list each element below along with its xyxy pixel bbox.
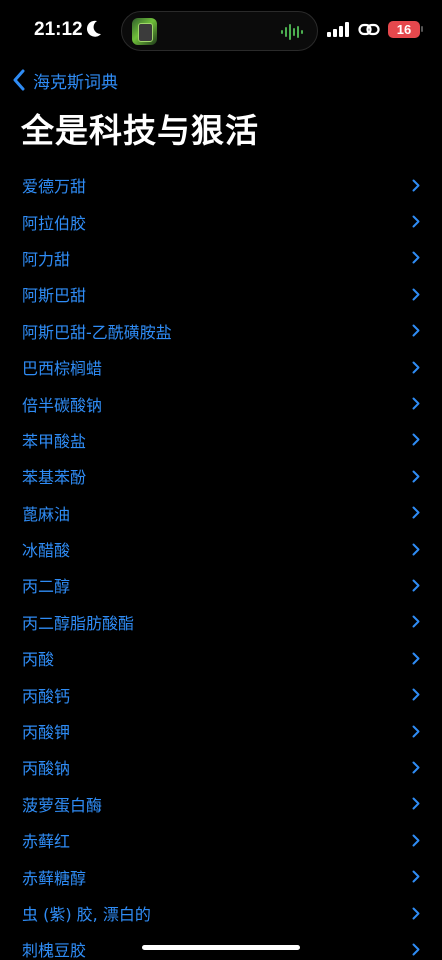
list-item-label: 丙酸钠: [22, 759, 71, 779]
home-indicator[interactable]: [142, 945, 300, 950]
chevron-right-icon: [412, 761, 420, 774]
list-item[interactable]: 苯甲酸盐: [0, 422, 442, 458]
chevron-right-icon: [412, 725, 420, 738]
moon-icon: [86, 20, 101, 37]
list-item[interactable]: 阿拉伯胶: [0, 203, 442, 239]
list-item-label: 菠萝蛋白酶: [22, 795, 103, 815]
list-item-label: 倍半碳酸钠: [22, 395, 103, 415]
list-item[interactable]: 丙二醇脂肪酸酯: [0, 604, 442, 640]
list-item[interactable]: 丙酸钠: [0, 749, 442, 785]
status-time: 21:12: [34, 19, 83, 40]
chevron-right-icon: [412, 397, 420, 410]
list-item[interactable]: 丙酸钙: [0, 676, 442, 712]
list-item[interactable]: 丙酸: [0, 640, 442, 676]
list-item[interactable]: 巴西棕榈蜡: [0, 349, 442, 385]
link-icon: [358, 23, 380, 36]
list-item-label: 阿斯巴甜-乙酰磺胺盐: [22, 322, 172, 342]
audio-waveform-icon: [281, 24, 303, 40]
chevron-right-icon: [412, 907, 420, 919]
list-item-label: 阿拉伯胶: [22, 213, 87, 233]
list-item[interactable]: 倍半碳酸钠: [0, 385, 442, 421]
list-item-label: 丙酸: [22, 650, 55, 670]
chevron-right-icon: [412, 324, 420, 337]
list-item-label: 丙二醇: [22, 577, 71, 597]
chevron-right-icon: [412, 215, 420, 228]
list-item[interactable]: 爱德万甜: [0, 167, 442, 203]
chevron-right-icon: [412, 870, 420, 883]
list-item-label: 赤藓糖醇: [22, 868, 87, 888]
chevron-right-icon: [412, 688, 420, 701]
list-item-label: 阿力甜: [22, 249, 71, 269]
chevron-left-icon: [13, 69, 25, 91]
chevron-right-icon: [412, 797, 420, 810]
list-item[interactable]: 赤藓糖醇: [0, 858, 442, 894]
chevron-right-icon: [412, 361, 420, 374]
chevron-right-icon: [412, 288, 420, 301]
chevron-right-icon: [412, 506, 420, 519]
list-item[interactable]: 丙酸钾: [0, 713, 442, 749]
chevron-right-icon: [412, 615, 420, 628]
chevron-right-icon: [412, 579, 420, 592]
list-item[interactable]: 虫 (紫) 胶, 漂白的: [0, 895, 442, 931]
chevron-right-icon: [412, 834, 420, 847]
back-label: 海克斯词典: [33, 72, 118, 93]
chevron-right-icon: [412, 652, 420, 665]
list-item[interactable]: 苯基苯酚: [0, 458, 442, 494]
list-item[interactable]: 丙二醇: [0, 567, 442, 603]
list-item-label: 蓖麻油: [22, 504, 71, 524]
list-item-label: 爱德万甜: [22, 177, 87, 197]
dynamic-island[interactable]: [121, 11, 318, 51]
list-item[interactable]: 菠萝蛋白酶: [0, 786, 442, 822]
back-button[interactable]: 海克斯词典: [12, 66, 118, 94]
list-item[interactable]: 蓖麻油: [0, 495, 442, 531]
list-item-label: 丙二醇脂肪酸酯: [22, 613, 135, 633]
list-item-label: 刺槐豆胶: [22, 941, 87, 960]
screen: 21:12 16 海克斯词典 全是科技与狠活 爱德万甜 阿拉伯胶 阿力甜 阿斯巴…: [0, 0, 442, 960]
list-item[interactable]: 赤藓红: [0, 822, 442, 858]
list-item-label: 阿斯巴甜: [22, 286, 87, 306]
list-item-label: 冰醋酸: [22, 541, 71, 561]
battery-cap: [421, 26, 423, 32]
page-title: 全是科技与狠活: [21, 111, 259, 150]
chevron-right-icon: [412, 543, 420, 556]
list-item[interactable]: 阿力甜: [0, 240, 442, 276]
term-list: 爱德万甜 阿拉伯胶 阿力甜 阿斯巴甜 阿斯巴甜-乙酰磺胺盐 巴西棕榈蜡 倍半碳酸…: [0, 167, 442, 960]
chevron-right-icon: [412, 433, 420, 446]
list-item[interactable]: 冰醋酸: [0, 531, 442, 567]
list-item-label: 苯甲酸盐: [22, 431, 87, 451]
list-item-label: 虫 (紫) 胶, 漂白的: [22, 905, 151, 924]
chevron-right-icon: [412, 179, 420, 192]
list-item-label: 巴西棕榈蜡: [22, 359, 103, 379]
signal-icon: [327, 22, 349, 37]
list-item-label: 苯基苯酚: [22, 468, 87, 488]
list-item[interactable]: 阿斯巴甜-乙酰磺胺盐: [0, 313, 442, 349]
status-bar: 21:12 16: [0, 0, 442, 62]
list-item-label: 赤藓红: [22, 832, 71, 852]
now-playing-thumbnail: [132, 18, 157, 45]
chevron-right-icon: [412, 470, 420, 483]
list-item[interactable]: 阿斯巴甜: [0, 276, 442, 312]
chevron-right-icon: [412, 251, 420, 264]
chevron-right-icon: [412, 943, 420, 956]
list-item-label: 丙酸钙: [22, 686, 71, 706]
list-item-label: 丙酸钾: [22, 723, 71, 743]
battery-icon: 16: [388, 21, 420, 38]
